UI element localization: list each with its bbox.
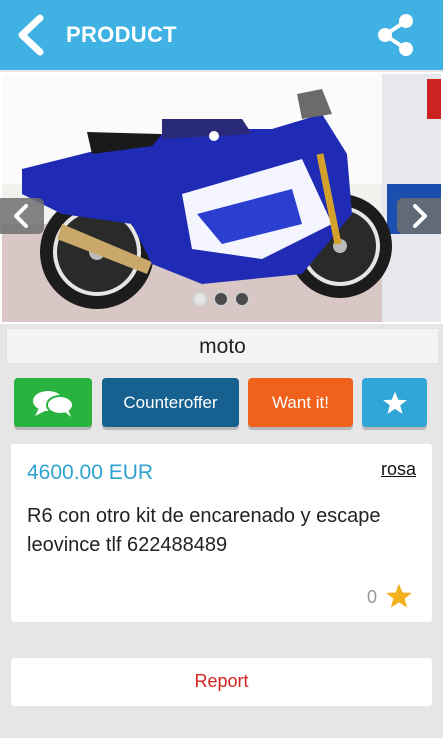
chevron-left-icon[interactable] (14, 14, 48, 56)
chevron-left-icon (14, 204, 28, 228)
chat-bubbles-icon (33, 390, 74, 417)
report-label: Report (194, 671, 249, 691)
star-icon[interactable] (384, 582, 414, 610)
gallery-dot-1[interactable] (192, 291, 208, 307)
product-price: 4600.00 EUR (27, 461, 154, 484)
next-image-button[interactable] (397, 198, 441, 234)
product-details-card: 4600.00 EUR rosa R6 con otro kit de enca… (11, 444, 432, 622)
chevron-right-icon (413, 204, 427, 228)
want-it-button[interactable]: Want it! (248, 378, 353, 427)
page-title: PRODUCT (66, 22, 177, 47)
likes-count: 0 (367, 587, 378, 607)
previous-image-button[interactable] (0, 198, 44, 234)
chat-button[interactable] (14, 378, 92, 427)
counteroffer-button[interactable]: Counteroffer (102, 378, 239, 427)
app-header: PRODUCT (0, 0, 443, 70)
product-photo (2, 74, 441, 322)
favorite-button[interactable] (362, 378, 427, 427)
gallery-dot-3[interactable] (234, 291, 250, 307)
product-name: moto (199, 335, 246, 358)
report-button[interactable]: Report (11, 658, 432, 706)
product-description: R6 con otro kit de encarenado y escape l… (27, 505, 381, 556)
star-icon (382, 391, 407, 414)
gallery-dot-2[interactable] (213, 291, 229, 307)
image-gallery[interactable] (0, 72, 443, 324)
seller-link[interactable]: rosa (381, 459, 416, 480)
product-name-bar: moto (6, 328, 439, 364)
share-icon[interactable] (376, 12, 416, 58)
